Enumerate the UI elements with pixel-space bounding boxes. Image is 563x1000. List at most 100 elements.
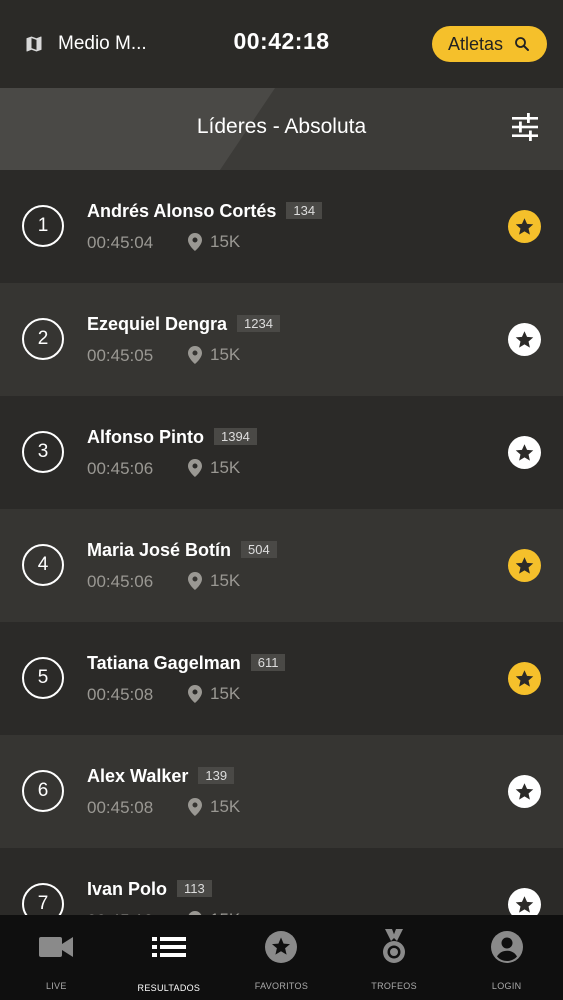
result-row[interactable]: 2 Ezequiel Dengra 1234 00:45:05 15K <box>0 283 563 396</box>
checkpoint: 15K <box>188 345 240 365</box>
checkpoint: 15K <box>188 458 240 478</box>
location-pin-icon <box>188 346 202 364</box>
bib-number: 1234 <box>237 315 280 332</box>
location-pin-icon <box>188 459 202 477</box>
favorite-toggle[interactable] <box>508 436 541 469</box>
tab-label: RESULTADOS <box>137 983 201 993</box>
checkpoint-label: 15K <box>210 458 241 477</box>
position-badge: 6 <box>22 770 64 812</box>
tab-live[interactable]: LIVE <box>0 915 113 1000</box>
athlete-name: Ivan Polo <box>87 879 168 899</box>
bib-number: 139 <box>198 767 235 784</box>
bib-number: 1394 <box>213 428 257 445</box>
tune-icon <box>512 113 538 141</box>
search-icon <box>515 37 529 51</box>
split-time: 00:45:08 <box>87 685 154 704</box>
bib-number: 134 <box>286 202 323 219</box>
location-pin-icon <box>188 798 202 816</box>
bib-number: 504 <box>241 541 277 558</box>
split-time: 00:45:08 <box>87 798 154 817</box>
split-time: 00:45:06 <box>87 459 154 478</box>
position-badge: 2 <box>22 318 64 360</box>
favorite-toggle[interactable] <box>508 888 541 915</box>
location-pin-icon <box>188 685 202 703</box>
result-row[interactable]: 5 Tatiana Gagelman 611 00:45:08 15K <box>0 622 563 735</box>
athlete-name-line: Ivan Polo 113 <box>87 879 212 900</box>
checkpoint-label: 15K <box>210 684 241 703</box>
favorite-toggle[interactable] <box>508 210 541 243</box>
video-camera-icon <box>39 937 74 957</box>
page-title: Líderes - Absoluta <box>196 115 367 138</box>
account-circle-icon <box>490 931 523 963</box>
favorite-toggle[interactable] <box>508 549 541 582</box>
position-badge: 1 <box>22 205 64 247</box>
athlete-name: Alex Walker <box>87 766 189 786</box>
tab-trofeos[interactable]: TROFEOS <box>338 915 451 1000</box>
favorite-toggle[interactable] <box>508 775 541 808</box>
tab-favoritos[interactable]: FAVORITOS <box>225 915 338 1000</box>
race-selector[interactable]: Medio M... <box>24 30 147 58</box>
split-time: 00:45:06 <box>87 572 154 591</box>
position-badge: 3 <box>22 431 64 473</box>
split-time: 00:45:04 <box>87 233 154 252</box>
location-pin-icon <box>188 233 202 251</box>
result-row[interactable]: 3 Alfonso Pinto 1394 00:45:06 15K <box>0 396 563 509</box>
position-badge: 4 <box>22 544 64 586</box>
star-circle-icon <box>265 931 298 963</box>
favorite-toggle[interactable] <box>508 323 541 356</box>
bib-number: 611 <box>250 654 286 671</box>
race-name: Medio M... <box>58 33 147 54</box>
checkpoint-label: 15K <box>210 571 241 590</box>
star-icon <box>515 896 534 913</box>
filter-button[interactable] <box>510 113 540 141</box>
star-icon <box>515 557 534 574</box>
star-icon <box>515 783 534 800</box>
athlete-name-line: Andrés Alonso Cortés 134 <box>87 201 323 222</box>
athletes-button-label: Atletas <box>447 33 504 54</box>
result-row[interactable]: 6 Alex Walker 139 00:45:08 15K <box>0 735 563 848</box>
favorite-toggle[interactable] <box>508 662 541 695</box>
athlete-name-line: Maria José Botín 504 <box>87 540 277 561</box>
athlete-name: Alfonso Pinto <box>87 427 204 447</box>
athlete-name: Maria José Botín <box>87 540 232 560</box>
list-icon <box>151 937 186 957</box>
athlete-name-line: Alfonso Pinto 1394 <box>87 427 257 448</box>
result-row[interactable]: 1 Andrés Alonso Cortés 134 00:45:04 15K <box>0 170 563 283</box>
tab-resultados[interactable]: RESULTADOS <box>113 915 226 1000</box>
star-icon <box>515 331 534 348</box>
checkpoint: 15K <box>188 571 240 591</box>
athlete-name: Andrés Alonso Cortés <box>87 201 277 221</box>
checkpoint-label: 15K <box>210 797 241 816</box>
section-header: Líderes - Absoluta <box>0 88 563 170</box>
checkpoint: 15K <box>188 232 240 252</box>
star-icon <box>515 444 534 461</box>
athletes-search-button[interactable]: Atletas <box>432 26 547 62</box>
tab-label: FAVORITOS <box>254 981 309 991</box>
tab-label: LOGIN <box>491 981 522 991</box>
result-row[interactable]: 4 Maria José Botín 504 00:45:06 15K <box>0 509 563 622</box>
athlete-name: Ezequiel Dengra <box>87 314 228 334</box>
medal-icon <box>383 929 406 963</box>
checkpoint: 15K <box>188 684 240 704</box>
position-badge: 7 <box>22 883 64 915</box>
tab-login[interactable]: LOGIN <box>450 915 563 1000</box>
result-row[interactable]: 7Ivan Polo11300:45:1015K <box>0 848 563 915</box>
position-badge: 5 <box>22 657 64 699</box>
top-bar: Medio M... 00:42:18 Atletas <box>0 0 563 88</box>
bib-number: 113 <box>177 880 212 897</box>
bottom-tab-bar: LIVE RESULTADOS FAVORITOS TROFEOS LOGIN <box>0 915 563 1000</box>
checkpoint: 15K <box>188 797 240 817</box>
athlete-name-line: Alex Walker 139 <box>87 766 235 787</box>
athlete-name-line: Tatiana Gagelman 611 <box>87 653 286 674</box>
results-list[interactable]: 1 Andrés Alonso Cortés 134 00:45:04 15K 2 Ezeq… <box>0 170 563 915</box>
location-pin-icon <box>188 572 202 590</box>
map-icon <box>26 36 42 52</box>
star-icon <box>515 670 534 687</box>
athlete-name: Tatiana Gagelman <box>87 653 241 673</box>
tab-label: TROFEOS <box>371 981 417 991</box>
checkpoint-label: 15K <box>210 345 241 364</box>
split-time: 00:45:05 <box>87 346 154 365</box>
checkpoint-label: 15K <box>210 232 241 251</box>
tab-label: LIVE <box>45 981 67 991</box>
athlete-name-line: Ezequiel Dengra 1234 <box>87 314 280 335</box>
